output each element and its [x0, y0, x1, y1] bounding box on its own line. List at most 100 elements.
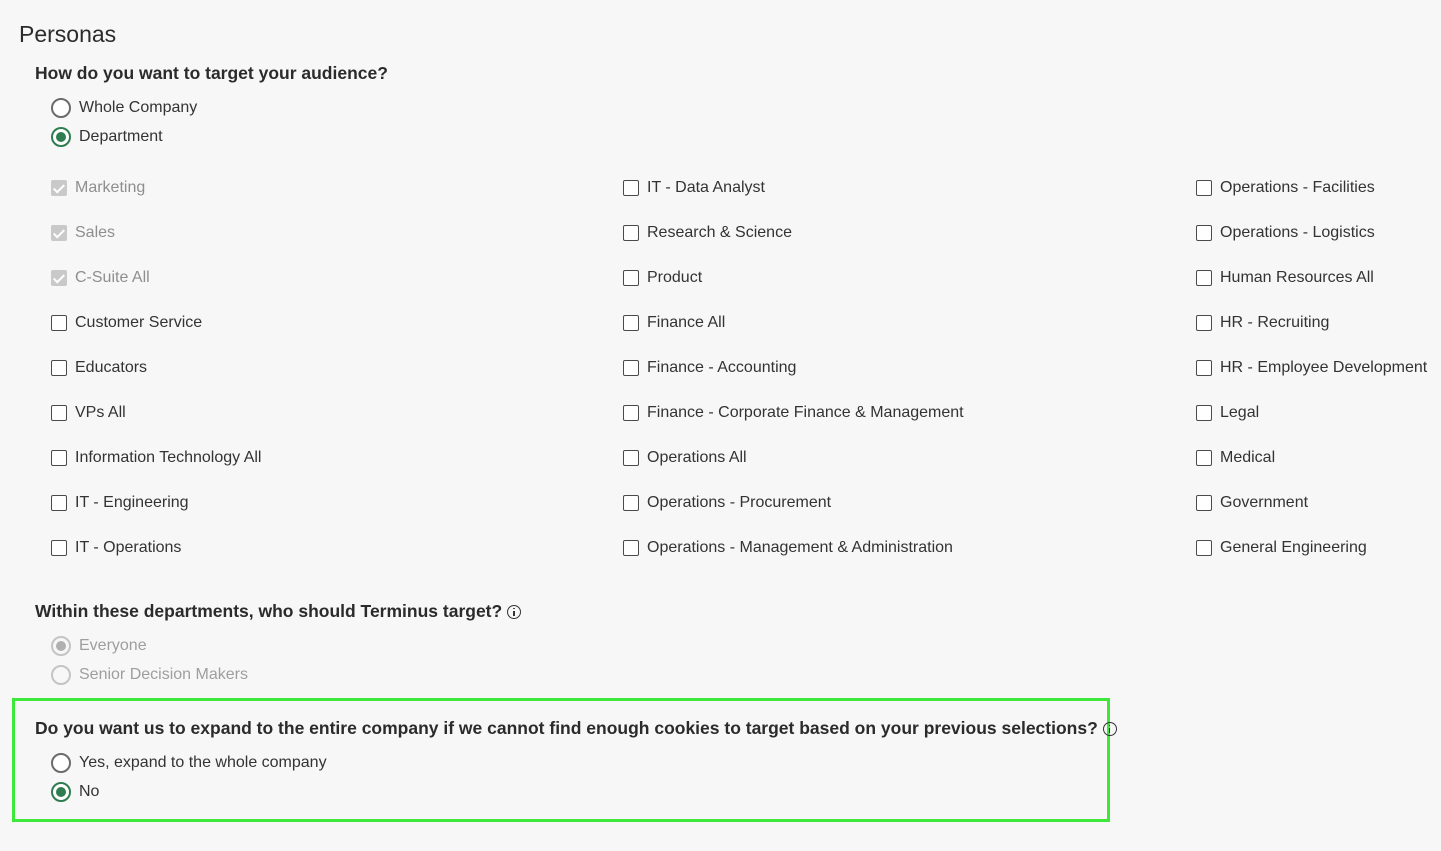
- radio-label-whole-company: Whole Company: [79, 99, 198, 116]
- checkbox-hr-recruiting[interactable]: [1196, 315, 1212, 331]
- checkbox-medical[interactable]: [1196, 450, 1212, 466]
- checkbox-label: VPs All: [75, 404, 126, 421]
- checkbox-customer-service[interactable]: [51, 315, 67, 331]
- radio-expand-yes[interactable]: [51, 753, 71, 773]
- radio-department[interactable]: [51, 127, 71, 147]
- checkbox-option-finance-all[interactable]: Finance All: [623, 313, 725, 333]
- checkbox-finance-corporate[interactable]: [623, 405, 639, 421]
- checkbox-option-customer-service[interactable]: Customer Service: [51, 313, 202, 333]
- checkbox-option-hr-employee-development[interactable]: HR - Employee Development: [1196, 358, 1427, 378]
- checkbox-option-information-technology-all[interactable]: Information Technology All: [51, 448, 261, 468]
- checkbox-human-resources-all[interactable]: [1196, 270, 1212, 286]
- checkbox-option-hr-recruiting[interactable]: HR - Recruiting: [1196, 313, 1329, 333]
- checkbox-option-vps-all[interactable]: VPs All: [51, 403, 126, 423]
- checkbox-operations-logistics[interactable]: [1196, 225, 1212, 241]
- radio-option-expand-yes[interactable]: Yes, expand to the whole company: [51, 752, 327, 774]
- checkbox-label: Operations All: [647, 449, 747, 466]
- checkbox-label: Operations - Logistics: [1220, 224, 1375, 241]
- checkbox-option-it-data-analyst[interactable]: IT - Data Analyst: [623, 178, 765, 198]
- checkbox-label: IT - Operations: [75, 539, 182, 556]
- checkbox-option-research-science[interactable]: Research & Science: [623, 223, 792, 243]
- checkbox-label: Product: [647, 269, 703, 286]
- checkbox-option-finance-accounting[interactable]: Finance - Accounting: [623, 358, 796, 378]
- checkbox-information-technology-all[interactable]: [51, 450, 67, 466]
- targeting-question: How do you want to target your audience?: [35, 63, 388, 84]
- checkbox-label: Human Resources All: [1220, 269, 1374, 286]
- radio-option-whole-company[interactable]: Whole Company: [51, 97, 197, 119]
- checkbox-option-it-operations[interactable]: IT - Operations: [51, 538, 181, 558]
- info-icon[interactable]: [1102, 721, 1117, 736]
- checkbox-option-general-engineering[interactable]: General Engineering: [1196, 538, 1367, 558]
- radio-label-everyone: Everyone: [79, 637, 147, 654]
- checkbox-label: Finance - Corporate Finance & Management: [647, 404, 964, 421]
- checkbox-operations-management[interactable]: [623, 540, 639, 556]
- checkbox-label: Information Technology All: [75, 449, 262, 466]
- checkbox-label: IT - Engineering: [75, 494, 189, 511]
- checkbox-it-operations[interactable]: [51, 540, 67, 556]
- radio-option-everyone[interactable]: Everyone: [51, 635, 147, 657]
- targeting-question-text: How do you want to target your audience?: [35, 63, 388, 83]
- checkbox-c-suite-all[interactable]: [51, 270, 67, 286]
- checkbox-option-government[interactable]: Government: [1196, 493, 1308, 513]
- checkbox-operations-facilities[interactable]: [1196, 180, 1212, 196]
- checkbox-label: General Engineering: [1220, 539, 1367, 556]
- checkbox-option-sales[interactable]: Sales: [51, 223, 115, 243]
- checkbox-option-finance-corporate[interactable]: Finance - Corporate Finance & Management: [623, 403, 964, 423]
- checkbox-option-operations-management[interactable]: Operations - Management & Administration: [623, 538, 953, 558]
- checkbox-hr-employee-development[interactable]: [1196, 360, 1212, 376]
- checkbox-label: Marketing: [75, 179, 146, 196]
- checkbox-it-engineering[interactable]: [51, 495, 67, 511]
- checkbox-finance-all[interactable]: [623, 315, 639, 331]
- checkbox-product[interactable]: [623, 270, 639, 286]
- seniority-question-text: Within these departments, who should Ter…: [35, 601, 503, 621]
- checkbox-option-operations-facilities[interactable]: Operations - Facilities: [1196, 178, 1375, 198]
- radio-option-senior-decision-makers[interactable]: Senior Decision Makers: [51, 664, 248, 686]
- radio-label-department: Department: [79, 128, 163, 145]
- radio-whole-company[interactable]: [51, 98, 71, 118]
- checkbox-label: Finance All: [647, 314, 726, 331]
- checkbox-marketing[interactable]: [51, 180, 67, 196]
- checkbox-educators[interactable]: [51, 360, 67, 376]
- checkbox-general-engineering[interactable]: [1196, 540, 1212, 556]
- checkbox-option-human-resources-all[interactable]: Human Resources All: [1196, 268, 1374, 288]
- checkbox-government[interactable]: [1196, 495, 1212, 511]
- radio-everyone[interactable]: [51, 636, 71, 656]
- checkbox-research-science[interactable]: [623, 225, 639, 241]
- radio-senior-decision-makers[interactable]: [51, 665, 71, 685]
- checkbox-option-educators[interactable]: Educators: [51, 358, 147, 378]
- checkbox-label: HR - Recruiting: [1220, 314, 1330, 331]
- checkbox-operations-all[interactable]: [623, 450, 639, 466]
- checkbox-it-data-analyst[interactable]: [623, 180, 639, 196]
- checkbox-label: Educators: [75, 359, 148, 376]
- checkbox-label: Research & Science: [647, 224, 792, 241]
- checkbox-finance-accounting[interactable]: [623, 360, 639, 376]
- radio-option-expand-no[interactable]: No: [51, 781, 99, 803]
- radio-label-expand-no: No: [79, 783, 100, 800]
- checkbox-label: Operations - Management & Administration: [647, 539, 953, 556]
- checkbox-option-medical[interactable]: Medical: [1196, 448, 1275, 468]
- radio-label-expand-yes: Yes, expand to the whole company: [79, 754, 327, 771]
- checkbox-option-it-engineering[interactable]: IT - Engineering: [51, 493, 189, 513]
- checkbox-option-legal[interactable]: Legal: [1196, 403, 1259, 423]
- radio-option-department[interactable]: Department: [51, 126, 163, 148]
- checkbox-option-operations-all[interactable]: Operations All: [623, 448, 747, 468]
- checkbox-label: Legal: [1220, 404, 1260, 421]
- checkbox-label: Sales: [75, 224, 116, 241]
- checkbox-option-product[interactable]: Product: [623, 268, 702, 288]
- checkbox-label: Medical: [1220, 449, 1276, 466]
- checkbox-label: Government: [1220, 494, 1309, 511]
- radio-expand-no[interactable]: [51, 782, 71, 802]
- checkbox-option-operations-procurement[interactable]: Operations - Procurement: [623, 493, 831, 513]
- checkbox-label: Operations - Procurement: [647, 494, 832, 511]
- checkbox-sales[interactable]: [51, 225, 67, 241]
- checkbox-operations-procurement[interactable]: [623, 495, 639, 511]
- checkbox-option-c-suite-all[interactable]: C-Suite All: [51, 268, 150, 288]
- expand-question-text: Do you want us to expand to the entire c…: [35, 718, 1098, 738]
- info-icon[interactable]: [507, 604, 522, 619]
- checkbox-option-marketing[interactable]: Marketing: [51, 178, 145, 198]
- radio-label-senior-decision-makers: Senior Decision Makers: [79, 666, 248, 683]
- checkbox-vps-all[interactable]: [51, 405, 67, 421]
- checkbox-option-operations-logistics[interactable]: Operations - Logistics: [1196, 223, 1375, 243]
- checkbox-legal[interactable]: [1196, 405, 1212, 421]
- checkbox-label: HR - Employee Development: [1220, 359, 1428, 376]
